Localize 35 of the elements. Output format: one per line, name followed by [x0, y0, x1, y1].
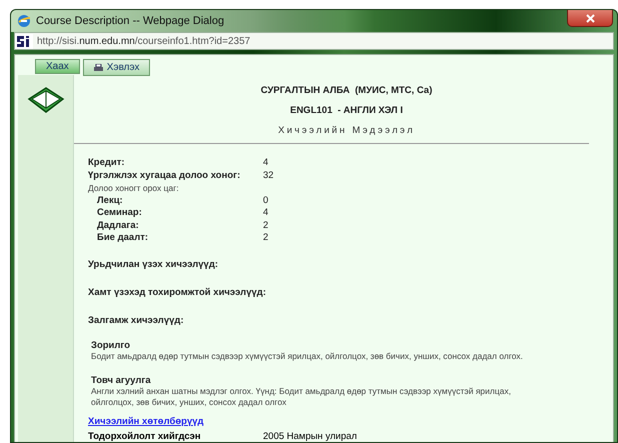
section-title: Хичээлийн Мэдээлэл	[278, 125, 415, 136]
description-text: Англи хэлний анхан шатны мэдлэг олгох. Үүнд: Бодит амьдралд өдөр тутмын сэдвээр хүмүүстэй ярилцах, ойлголцох, зөв бичих, унших, сонсох дадал олгох	[91, 386, 512, 407]
field-label: Семинар:	[96, 207, 143, 220]
field-label: Дадлага:	[96, 220, 140, 232]
department-title: СУРГАЛТЫН АЛБА (МУИС, МТС, Са)	[260, 85, 432, 96]
printer-icon	[94, 64, 103, 72]
field-label: Бие даалт:	[96, 232, 150, 244]
description-text: Бодит амьдралд өдөр тутмын сэдвээр хүмүүстэй ярилцах, ойлголцох, зөв бичих, унших, сонсох дадал олгох.	[91, 350, 524, 361]
close-page-button[interactable]: Хаах	[35, 59, 80, 74]
section-label: Хамт үзэхэд тохиромжтой хичээлүүд:	[87, 286, 267, 298]
description-title: Товч агуулга	[91, 375, 152, 386]
field-value: 32	[263, 170, 274, 182]
field-value: 0	[263, 194, 268, 207]
book-icon	[26, 85, 64, 115]
field-value: 2	[263, 232, 268, 244]
field-label: Үргэлжлэх хугацаа долоо хоног:	[88, 170, 242, 182]
course-title: ENGL101 - АНГЛИ ХЭЛ I	[290, 105, 403, 116]
description-title: Зорилго	[91, 340, 132, 350]
field-label: Кредит:	[88, 157, 126, 170]
print-button[interactable]: Хэвлэх	[82, 59, 150, 76]
close-button[interactable]	[567, 10, 613, 27]
field-label: Лекц:	[96, 194, 124, 207]
window-title: Course Description -- Webpage Dialog	[36, 15, 224, 28]
browser-icon	[17, 14, 31, 28]
section-label: Урьдчилан үзэх хичээлүүд:	[87, 258, 220, 270]
field-value: 4	[263, 207, 268, 220]
section-label: Залгамж хичээлүүд:	[87, 314, 185, 326]
field-label: Долоо хоногт орох цаг:	[88, 182, 179, 194]
field-value: 2	[263, 220, 268, 232]
site-logo-icon	[15, 34, 33, 49]
field-value: 2005 Намрын улирал	[263, 431, 357, 442]
field-value: 4	[263, 157, 268, 170]
program-link[interactable]: Хичээлийн хөтөлбөрүүд	[88, 416, 204, 427]
close-icon	[586, 14, 594, 22]
field-label: Тодорхойлолт хийгдсэн	[88, 431, 202, 442]
